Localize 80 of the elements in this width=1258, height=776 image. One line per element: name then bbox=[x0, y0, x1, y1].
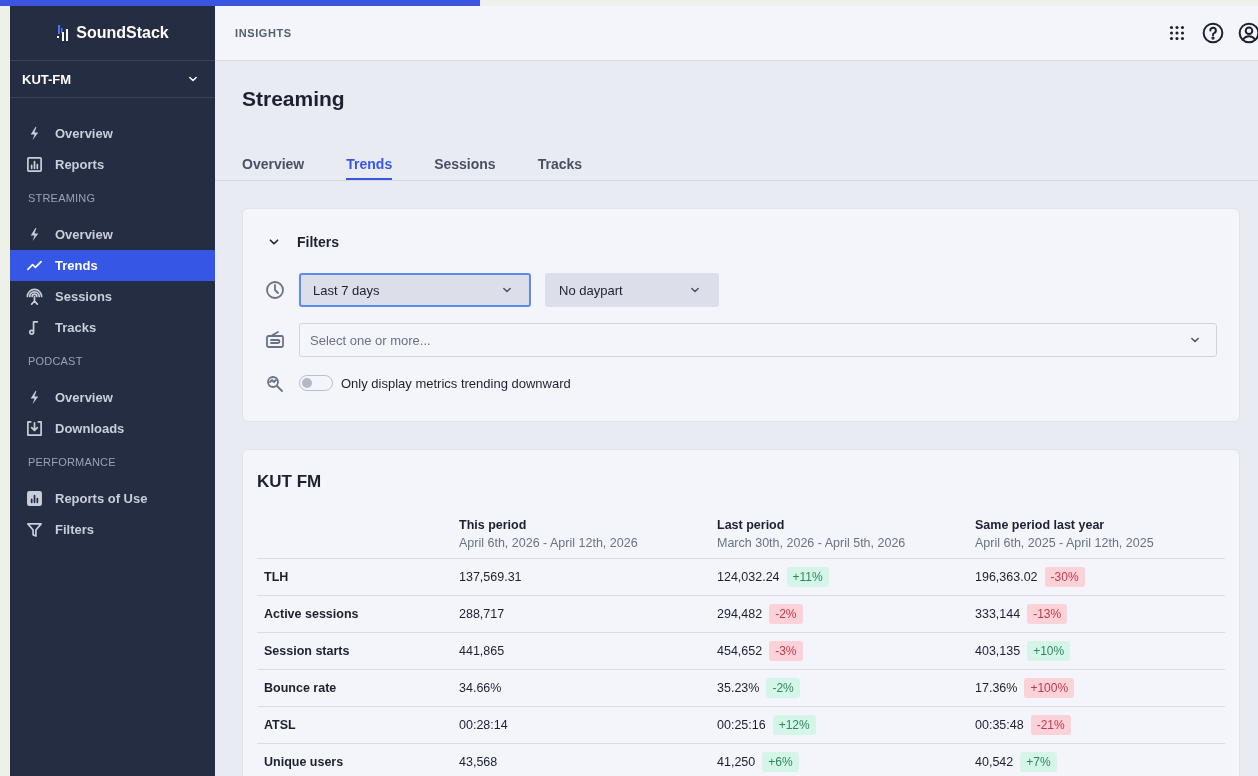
sidebar-item[interactable]: Reports bbox=[10, 149, 215, 180]
metric-value: 40,542 bbox=[975, 755, 1014, 769]
metric-value: 41,250 bbox=[717, 755, 756, 769]
change-badge: -30% bbox=[1044, 567, 1085, 587]
tab[interactable]: Trends bbox=[346, 156, 393, 180]
metric-value: 17.36% bbox=[975, 681, 1018, 695]
metric-value: 34.66% bbox=[459, 681, 502, 695]
sidebar-item[interactable]: Overview bbox=[10, 382, 215, 413]
column-header: This period bbox=[459, 518, 528, 532]
table-title: KUT FM bbox=[257, 472, 323, 492]
filters-title: Filters bbox=[297, 234, 339, 250]
antenna-icon bbox=[26, 288, 43, 305]
metric-value: 00:25:16 bbox=[717, 718, 766, 732]
change-badge: +10% bbox=[1027, 641, 1071, 661]
metric-name: Unique users bbox=[257, 744, 459, 776]
metric-name: TLH bbox=[257, 559, 459, 596]
change-badge: -21% bbox=[1030, 715, 1071, 735]
metric-name: Session starts bbox=[257, 633, 459, 670]
toggle-switch[interactable] bbox=[299, 375, 333, 391]
sidebar-item[interactable]: Overview bbox=[10, 118, 215, 149]
section-heading: PERFORMANCE bbox=[27, 455, 117, 470]
metric-value: 00:35:48 bbox=[975, 718, 1024, 732]
search-trend-icon bbox=[265, 373, 285, 393]
bar-chart-icon bbox=[26, 490, 43, 507]
download-icon bbox=[26, 420, 43, 437]
daypart-dropdown[interactable]: No daypart bbox=[545, 273, 719, 307]
change-badge: -2% bbox=[766, 678, 800, 698]
sidebar-item[interactable]: Reports of Use bbox=[10, 483, 215, 514]
radio-icon bbox=[265, 330, 285, 350]
metric-name: Active sessions bbox=[257, 596, 459, 633]
change-badge: -2% bbox=[769, 604, 803, 624]
metric-value: 454,652 bbox=[717, 644, 763, 658]
date-range: April 6th, 2026 - April 12th, 2026 bbox=[459, 536, 639, 550]
filter-icon bbox=[26, 521, 43, 538]
brand-name: SoundStack bbox=[76, 24, 169, 42]
metric-value: 196,363.02 bbox=[975, 570, 1038, 584]
sidebar-item[interactable]: Filters bbox=[10, 514, 215, 545]
metric-value: 137,569.31 bbox=[459, 570, 522, 584]
clock-icon bbox=[265, 280, 285, 300]
help-icon[interactable] bbox=[1202, 22, 1224, 44]
bar-chart-icon bbox=[26, 156, 43, 173]
date-range: April 6th, 2025 - April 12th, 2025 bbox=[975, 536, 1155, 550]
metric-value: 288,717 bbox=[459, 607, 505, 621]
column-header: Same period last year bbox=[975, 518, 1106, 532]
stream-select-field[interactable]: Select one or more... bbox=[299, 323, 1217, 357]
metric-value: 294,482 bbox=[717, 607, 763, 621]
metric-name: Bounce rate bbox=[257, 670, 459, 707]
breadcrumb: INSIGHTS bbox=[235, 27, 292, 39]
date-range-dropdown[interactable]: Last 7 days bbox=[299, 273, 531, 307]
change-badge: +100% bbox=[1024, 678, 1075, 698]
metric-value: 00:28:14 bbox=[459, 718, 508, 732]
sidebar-item[interactable]: Downloads bbox=[10, 413, 215, 444]
sidebar-item[interactable]: Sessions bbox=[10, 281, 215, 312]
metric-value: 124,032.24 bbox=[717, 570, 780, 584]
sidebar-item[interactable]: Overview bbox=[10, 219, 215, 250]
column-header: Last period bbox=[717, 518, 786, 532]
user-account-icon[interactable] bbox=[1238, 22, 1258, 44]
change-badge: -3% bbox=[769, 641, 803, 661]
date-range: March 30th, 2026 - April 5th, 2026 bbox=[717, 536, 907, 550]
metric-name: ATSL bbox=[257, 707, 459, 744]
section-heading: PODCAST bbox=[27, 354, 84, 369]
tab[interactable]: Overview bbox=[242, 156, 305, 180]
metric-value: 333,144 bbox=[975, 607, 1021, 621]
metric-value: 403,135 bbox=[975, 644, 1021, 658]
change-badge: +12% bbox=[772, 715, 816, 735]
logo-icon bbox=[56, 24, 71, 42]
sidebar-item[interactable]: Tracks bbox=[10, 312, 215, 343]
toggle-label: Only display metrics trending downward bbox=[341, 375, 571, 391]
metric-value: 43,568 bbox=[459, 755, 498, 769]
change-badge: +6% bbox=[762, 752, 799, 772]
page-title: Streaming bbox=[242, 87, 346, 111]
change-badge: +11% bbox=[786, 567, 829, 587]
sidebar-item[interactable]: Trends bbox=[10, 250, 215, 281]
change-badge: -13% bbox=[1027, 604, 1068, 624]
metric-value: 441,865 bbox=[459, 644, 505, 658]
metric-value: 35.23% bbox=[717, 681, 760, 695]
tab[interactable]: Sessions bbox=[434, 156, 496, 180]
tab[interactable]: Tracks bbox=[537, 156, 583, 180]
change-badge: +7% bbox=[1020, 752, 1057, 772]
section-heading: STREAMING bbox=[27, 191, 97, 206]
